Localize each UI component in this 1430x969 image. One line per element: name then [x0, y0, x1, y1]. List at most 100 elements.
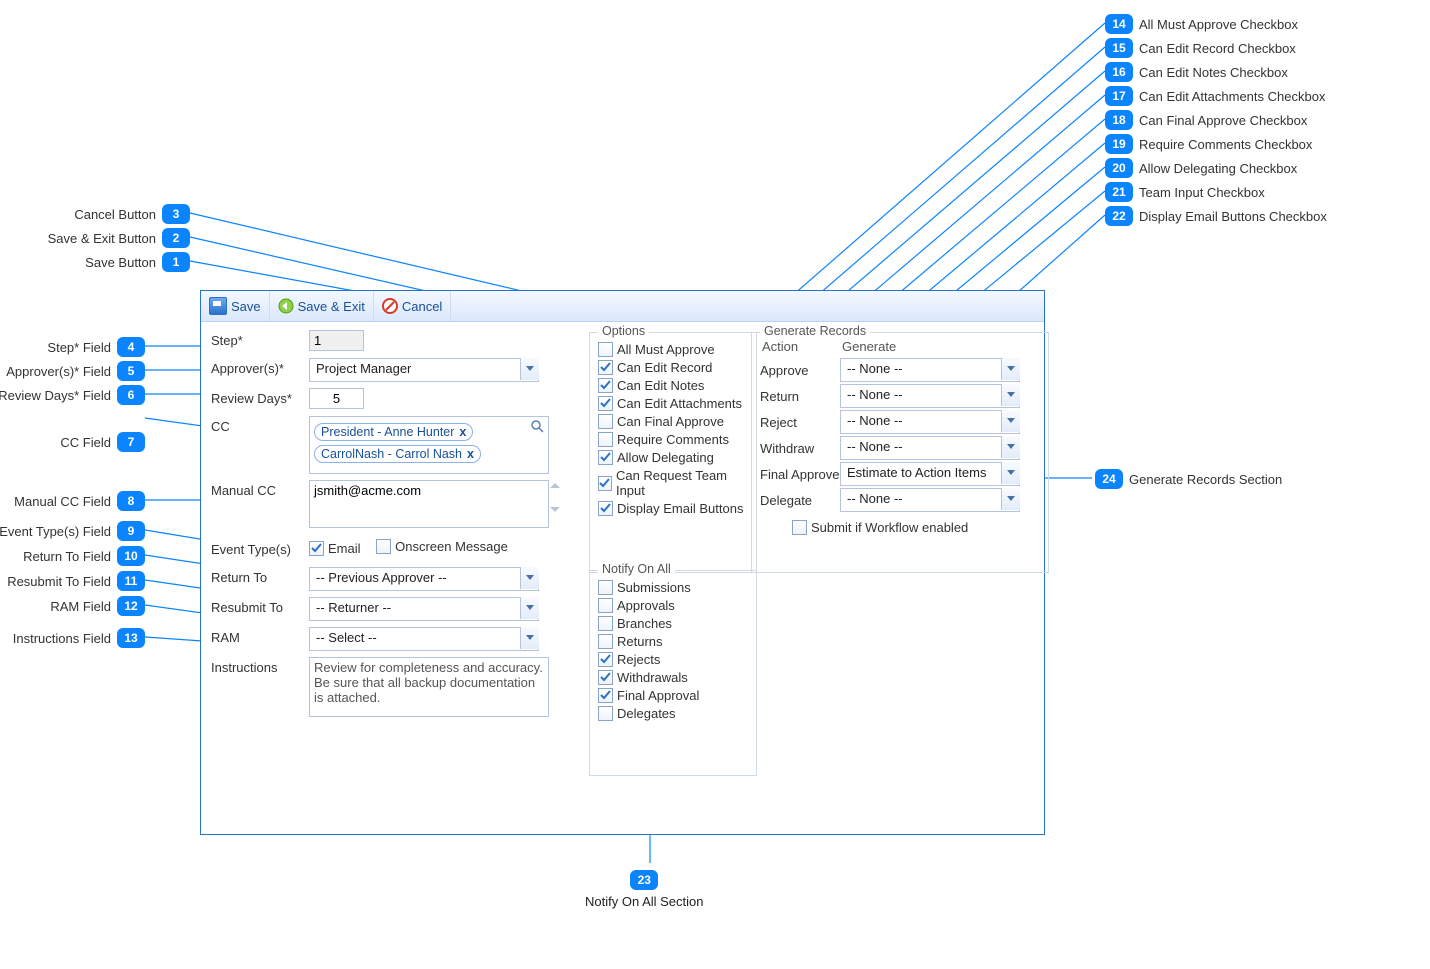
event-onscreen-checkbox[interactable]: Onscreen Message: [376, 539, 508, 554]
genrec-select[interactable]: -- None --: [840, 384, 1020, 408]
callout-label: Save & Exit Button: [48, 231, 156, 246]
cc-tag[interactable]: CarrolNash - Carrol Nashx: [314, 445, 481, 463]
chevron-down-icon: [1001, 384, 1020, 406]
remove-tag-icon[interactable]: x: [467, 447, 474, 461]
genrec-select[interactable]: -- None --: [840, 488, 1020, 512]
callout-label: Can Final Approve Checkbox: [1139, 113, 1307, 128]
remove-tag-icon[interactable]: x: [459, 425, 466, 439]
callout-label: Team Input Checkbox: [1139, 185, 1265, 200]
save-button[interactable]: Save: [201, 291, 270, 321]
options-legend: Options: [598, 324, 649, 338]
callout-badge: 9: [117, 521, 145, 541]
notify-checkbox-4[interactable]: Rejects: [598, 652, 748, 667]
genrec-select[interactable]: -- None --: [840, 410, 1020, 434]
notify-checkbox-5[interactable]: Withdrawals: [598, 670, 748, 685]
genrec-row: Final ApproveEstimate to Action Items Ma…: [760, 462, 1040, 486]
resubmit-to-select[interactable]: -- Returner --: [309, 597, 539, 621]
callout-label: Cancel Button: [74, 207, 156, 222]
options-checkbox-0[interactable]: All Must Approve: [598, 342, 748, 357]
chevron-down-icon: [520, 597, 539, 619]
approvers-select[interactable]: Project Manager: [309, 358, 539, 382]
form-left-column: Step* Approver(s)* Project Manager Revie…: [211, 330, 566, 726]
ram-select[interactable]: -- Select --: [309, 627, 539, 651]
callout-badge: 1: [162, 252, 190, 272]
cc-tag[interactable]: President - Anne Hunterx: [314, 423, 473, 441]
genrec-header-action: Action: [762, 339, 842, 354]
callout-label: Can Edit Attachments Checkbox: [1139, 89, 1325, 104]
options-checkbox-5[interactable]: Require Comments: [598, 432, 748, 447]
notify-checkbox-7[interactable]: Delegates: [598, 706, 748, 721]
callout-badge: 12: [117, 596, 145, 616]
callout-badge: 17: [1105, 86, 1133, 106]
submit-if-workflow-checkbox[interactable]: Submit if Workflow enabled: [792, 520, 968, 535]
options-checkbox-3[interactable]: Can Edit Attachments: [598, 396, 748, 411]
options-checkbox-1[interactable]: Can Edit Record: [598, 360, 748, 375]
callout-label: Return To Field: [23, 549, 111, 564]
callout-label: RAM Field: [50, 599, 111, 614]
notify-group: Notify On All SubmissionsApprovalsBranch…: [589, 570, 757, 776]
scroll-arrows-icon: [550, 483, 564, 513]
callout-notify-section: 23 Notify On All Section: [585, 870, 704, 909]
manual-cc-input[interactable]: jsmith@acme.com: [309, 480, 549, 528]
options-checkbox-2[interactable]: Can Edit Notes: [598, 378, 748, 393]
save-icon: [209, 297, 227, 315]
return-to-select[interactable]: -- Previous Approver --: [309, 567, 539, 591]
callout-label: Generate Records Section: [1129, 472, 1282, 487]
step-input[interactable]: [309, 330, 364, 351]
notify-checkbox-6[interactable]: Final Approval: [598, 688, 748, 703]
options-checkbox-7[interactable]: Can Request Team Input: [598, 468, 748, 498]
callout-badge: 20: [1105, 158, 1133, 178]
chevron-down-icon: [1001, 410, 1020, 432]
event-types-label: Event Type(s): [211, 539, 309, 557]
options-group: Options All Must ApproveCan Edit RecordC…: [589, 332, 757, 573]
notify-checkbox-1[interactable]: Approvals: [598, 598, 748, 613]
callout-badge: 18: [1105, 110, 1133, 130]
approvers-label: Approver(s)*: [211, 358, 309, 376]
options-checkbox-4[interactable]: Can Final Approve: [598, 414, 748, 429]
chevron-down-icon: [520, 358, 539, 380]
cancel-icon: [382, 298, 398, 314]
callout-badge: 5: [117, 361, 145, 381]
callout-label: Save Button: [85, 255, 156, 270]
genrec-select[interactable]: -- None --: [840, 358, 1020, 382]
review-days-input[interactable]: [309, 388, 364, 409]
callout-label: Display Email Buttons Checkbox: [1139, 209, 1327, 224]
callout-badge: 22: [1105, 206, 1133, 226]
callout-badge: 15: [1105, 38, 1133, 58]
notify-checkbox-2[interactable]: Branches: [598, 616, 748, 631]
genrec-row: Reject-- None --: [760, 410, 1040, 434]
manual-cc-label: Manual CC: [211, 480, 309, 498]
event-email-checkbox[interactable]: Email: [309, 541, 361, 556]
options-checkbox-8[interactable]: Display Email Buttons: [598, 501, 748, 516]
genrec-row: Delegate-- None --: [760, 488, 1040, 512]
genrec-action-label: Delegate: [760, 493, 840, 508]
callout-label: Review Days* Field: [0, 388, 111, 403]
genrec-action-label: Return: [760, 389, 840, 404]
chevron-down-icon: [1001, 488, 1020, 510]
search-icon[interactable]: [530, 419, 544, 436]
generate-records-legend: Generate Records: [760, 324, 870, 338]
genrec-select[interactable]: Estimate to Action Items Map: [840, 462, 1020, 486]
genrec-select[interactable]: -- None --: [840, 436, 1020, 460]
callout-label: Allow Delegating Checkbox: [1139, 161, 1297, 176]
chevron-down-icon: [520, 627, 539, 649]
save-exit-icon: [278, 298, 294, 314]
notify-checkbox-0[interactable]: Submissions: [598, 580, 748, 595]
save-exit-button[interactable]: Save & Exit: [270, 291, 374, 321]
callout-label: Resubmit To Field: [7, 574, 111, 589]
instructions-input[interactable]: Review for completeness and accuracy. Be…: [309, 657, 549, 717]
cancel-button[interactable]: Cancel: [374, 291, 451, 321]
callout-label: All Must Approve Checkbox: [1139, 17, 1298, 32]
callout-label: Event Type(s) Field: [0, 524, 111, 539]
callout-badge: 2: [162, 228, 190, 248]
chevron-down-icon: [1001, 358, 1020, 380]
callout-badge: 6: [117, 385, 145, 405]
ram-label: RAM: [211, 627, 309, 645]
callout-badge: 19: [1105, 134, 1133, 154]
cc-input[interactable]: President - Anne Hunterx CarrolNash - Ca…: [309, 416, 549, 474]
notify-checkbox-3[interactable]: Returns: [598, 634, 748, 649]
cc-label: CC: [211, 416, 309, 434]
save-exit-label: Save & Exit: [298, 299, 365, 314]
options-checkbox-6[interactable]: Allow Delegating: [598, 450, 748, 465]
genrec-action-label: Reject: [760, 415, 840, 430]
